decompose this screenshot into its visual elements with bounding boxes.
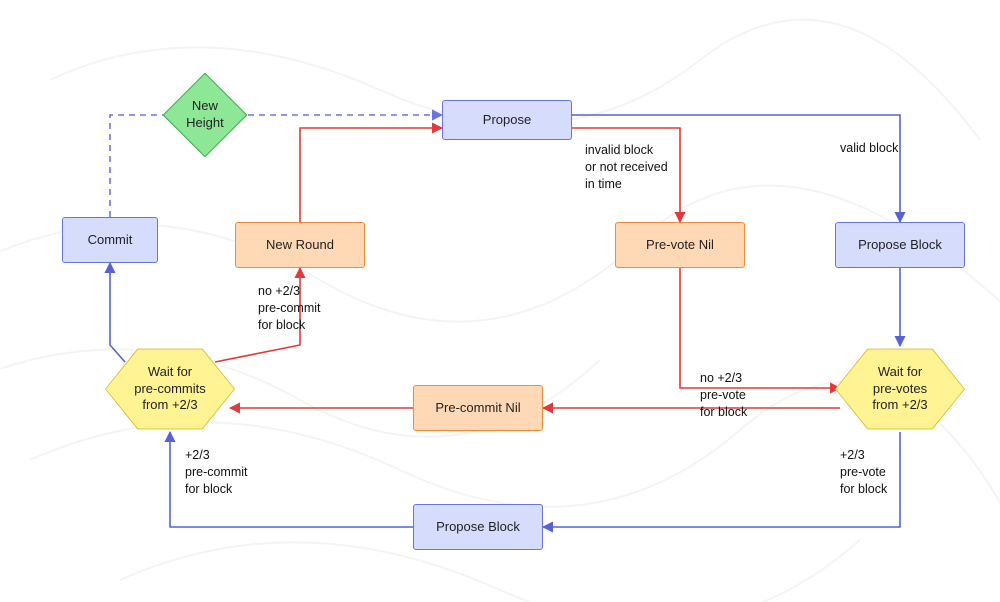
edge-label-invalid-block: invalid block or not received in time bbox=[585, 142, 668, 193]
node-label: Pre-commit Nil bbox=[435, 400, 520, 417]
node-label: Wait for pre-commits from +2/3 bbox=[134, 364, 206, 415]
node-commit: Commit bbox=[62, 217, 158, 263]
edge-label-no-prevote: no +2/3 pre-vote for block bbox=[700, 370, 747, 421]
node-label: Propose Block bbox=[436, 519, 520, 536]
node-label: New Round bbox=[266, 237, 334, 254]
node-label: Pre-vote Nil bbox=[646, 237, 714, 254]
node-label: Propose bbox=[483, 112, 531, 129]
edge-label-no-precommit: no +2/3 pre-commit for block bbox=[258, 283, 321, 334]
edge-label-yes-precommit: +2/3 pre-commit for block bbox=[185, 447, 248, 498]
node-label: Propose Block bbox=[858, 237, 942, 254]
node-label: Wait for pre-votes from +2/3 bbox=[872, 364, 927, 415]
node-label: Commit bbox=[88, 232, 133, 249]
node-propose: Propose bbox=[442, 100, 572, 140]
node-precommit-nil: Pre-commit Nil bbox=[413, 385, 543, 431]
node-propose-block-right: Propose Block bbox=[835, 222, 965, 268]
node-wait-precommits: Wait for pre-commits from +2/3 bbox=[105, 346, 235, 432]
edge-label-yes-prevote: +2/3 pre-vote for block bbox=[840, 447, 887, 498]
node-prevote-nil: Pre-vote Nil bbox=[615, 222, 745, 268]
node-new-round: New Round bbox=[235, 222, 365, 268]
edge-label-valid-block: valid block bbox=[840, 140, 898, 157]
node-wait-prevotes: Wait for pre-votes from +2/3 bbox=[835, 346, 965, 432]
node-propose-block-bottom: Propose Block bbox=[413, 504, 543, 550]
node-label: New Height bbox=[186, 98, 224, 132]
node-new-height: New Height bbox=[163, 73, 248, 158]
